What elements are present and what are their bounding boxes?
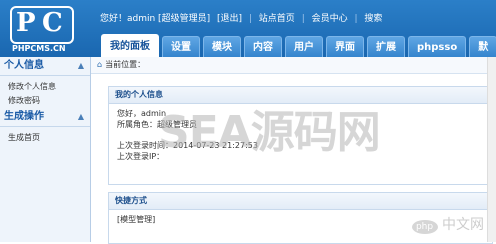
watermark-badge: php 中文网 bbox=[411, 214, 484, 234]
left-sidebar: 个人信息 ▲ 修改个人信息 修改密码 生成操作 ▲ 生成首页 bbox=[0, 57, 91, 242]
tab-content[interactable]: 内容 bbox=[244, 36, 282, 58]
sidebar-section-generate[interactable]: 生成操作 ▲ bbox=[0, 108, 90, 127]
sidebar-section-title: 生成操作 bbox=[4, 111, 44, 122]
collapse-arrow-icon[interactable]: ▲ bbox=[78, 108, 84, 126]
tab-modules[interactable]: 模块 bbox=[203, 36, 241, 58]
breadcrumb: ⌂ 当前位置： bbox=[91, 57, 496, 74]
sidebar-section-personal[interactable]: 个人信息 ▲ bbox=[0, 57, 90, 76]
sidebar-item-change-password[interactable]: 修改密码 bbox=[0, 94, 90, 108]
phpcms-logo[interactable]: P C PHPCMS.CN bbox=[10, 6, 82, 53]
logout-link[interactable]: [退出] bbox=[217, 14, 242, 24]
tab-more[interactable]: 默 bbox=[469, 36, 496, 58]
tab-phpsso[interactable]: phpsso bbox=[408, 36, 467, 58]
watermark-text: SEA源码网 bbox=[158, 107, 381, 158]
sidebar-item-edit-profile[interactable]: 修改个人信息 bbox=[0, 80, 90, 94]
member-center-link[interactable]: 会员中心 bbox=[312, 14, 348, 24]
top-header: P C PHPCMS.CN 您好！admin [超级管理员] [退出] | 站点… bbox=[0, 0, 496, 58]
php-badge-icon: php bbox=[411, 220, 438, 234]
tab-my-panel[interactable]: 我的面板 bbox=[101, 34, 159, 58]
sidebar-section-title: 个人信息 bbox=[4, 60, 44, 71]
logo-letter-p: P bbox=[16, 8, 36, 38]
top-links: 您好！admin [超级管理员] [退出] | 站点首页 | 会员中心 | 搜索 bbox=[100, 11, 386, 24]
site-home-link[interactable]: 站点首页 bbox=[259, 14, 295, 24]
greeting-text: 您好！admin [超级管理员] bbox=[100, 14, 211, 24]
logo-letter-c: C bbox=[42, 8, 63, 38]
vertical-scrollbar[interactable] bbox=[487, 57, 496, 242]
search-link[interactable]: 搜索 bbox=[364, 14, 382, 24]
sidebar-item-generate-home[interactable]: 生成首页 bbox=[0, 131, 90, 145]
main-tabs: 我的面板 设置 模块 内容 用户 界面 扩展 phpsso 默 bbox=[101, 34, 496, 58]
tab-extensions[interactable]: 扩展 bbox=[367, 36, 405, 58]
logo-text: PHPCMS.CN bbox=[12, 44, 66, 53]
breadcrumb-label: 当前位置： bbox=[105, 60, 146, 69]
tab-interface[interactable]: 界面 bbox=[326, 36, 364, 58]
separator: | bbox=[354, 14, 358, 24]
separator: | bbox=[301, 14, 305, 24]
panel-title: 快捷方式 bbox=[109, 193, 492, 210]
tab-settings[interactable]: 设置 bbox=[162, 36, 200, 58]
collapse-arrow-icon[interactable]: ▲ bbox=[78, 57, 84, 75]
separator: | bbox=[248, 14, 252, 24]
tab-users[interactable]: 用户 bbox=[285, 36, 323, 58]
watermark-badge-text: 中文网 bbox=[442, 217, 484, 233]
home-icon: ⌂ bbox=[97, 60, 103, 69]
